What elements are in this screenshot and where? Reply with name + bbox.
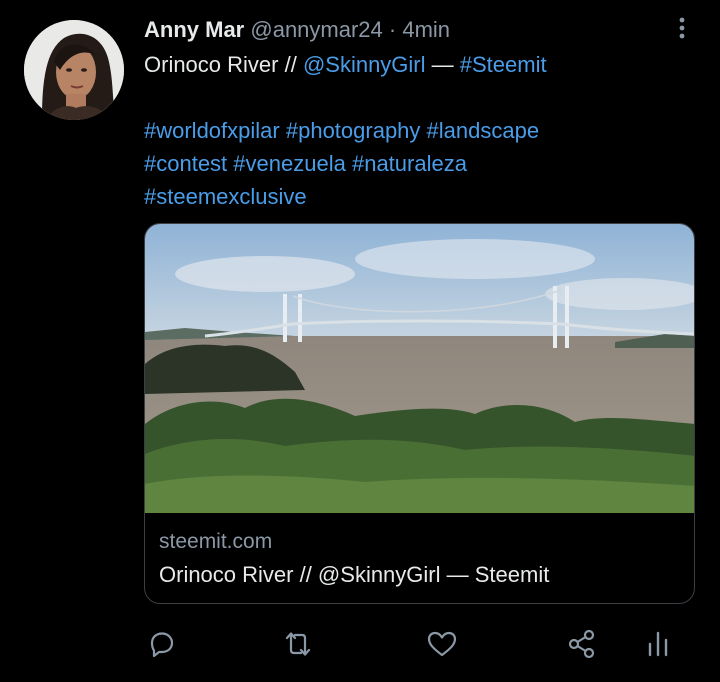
card-image[interactable] — [145, 224, 695, 513]
avatar[interactable] — [24, 20, 124, 120]
analytics-icon[interactable] — [640, 626, 676, 662]
hashtag-link[interactable]: #naturaleza — [352, 151, 467, 176]
tweet-time[interactable]: 4min — [402, 17, 450, 42]
avatar-photo — [24, 20, 124, 120]
hashtag-link[interactable]: #contest — [144, 151, 227, 176]
hashtag-link[interactable]: #photography — [286, 118, 421, 143]
hashtag-steemit[interactable]: #Steemit — [460, 52, 547, 77]
card-domain: steemit.com — [159, 530, 273, 553]
share-icon[interactable] — [564, 626, 600, 662]
more-options-icon[interactable] — [672, 16, 692, 40]
author-name[interactable]: Anny Mar — [144, 17, 244, 42]
like-icon[interactable] — [424, 626, 460, 662]
reply-icon[interactable] — [144, 626, 180, 662]
tweet-title-line: Orinoco River // @SkinnyGirl — #Steemit — [144, 48, 694, 81]
tweet-text: Orinoco River // @SkinnyGirl — #Steemit … — [144, 48, 694, 213]
link-card[interactable]: steemit.com Orinoco River // @SkinnyGirl… — [144, 223, 695, 604]
author-handle[interactable]: @annymar24 — [250, 17, 382, 42]
mention-link[interactable]: @SkinnyGirl — [303, 52, 426, 77]
tweet-header: Anny Mar @annymar24 · 4min — [144, 14, 450, 46]
hashtag-line-2: #contest #venezuela #naturaleza — [144, 147, 694, 180]
hashtag-link[interactable]: #worldofxpilar — [144, 118, 280, 143]
retweet-icon[interactable] — [280, 626, 316, 662]
card-title[interactable]: Orinoco River // @SkinnyGirl — Steemit — [159, 562, 549, 588]
hashtag-link[interactable]: #venezuela — [233, 151, 346, 176]
title-dash: — — [425, 52, 460, 77]
hashtag-link[interactable]: #steemexclusive — [144, 184, 307, 209]
header-separator: · — [388, 17, 397, 42]
hashtag-line-1: #worldofxpilar #photography #landscape — [144, 114, 694, 147]
tweet-title-text: Orinoco River // — [144, 52, 303, 77]
hashtag-line-3: #steemexclusive — [144, 180, 694, 213]
hashtag-link[interactable]: #landscape — [427, 118, 540, 143]
